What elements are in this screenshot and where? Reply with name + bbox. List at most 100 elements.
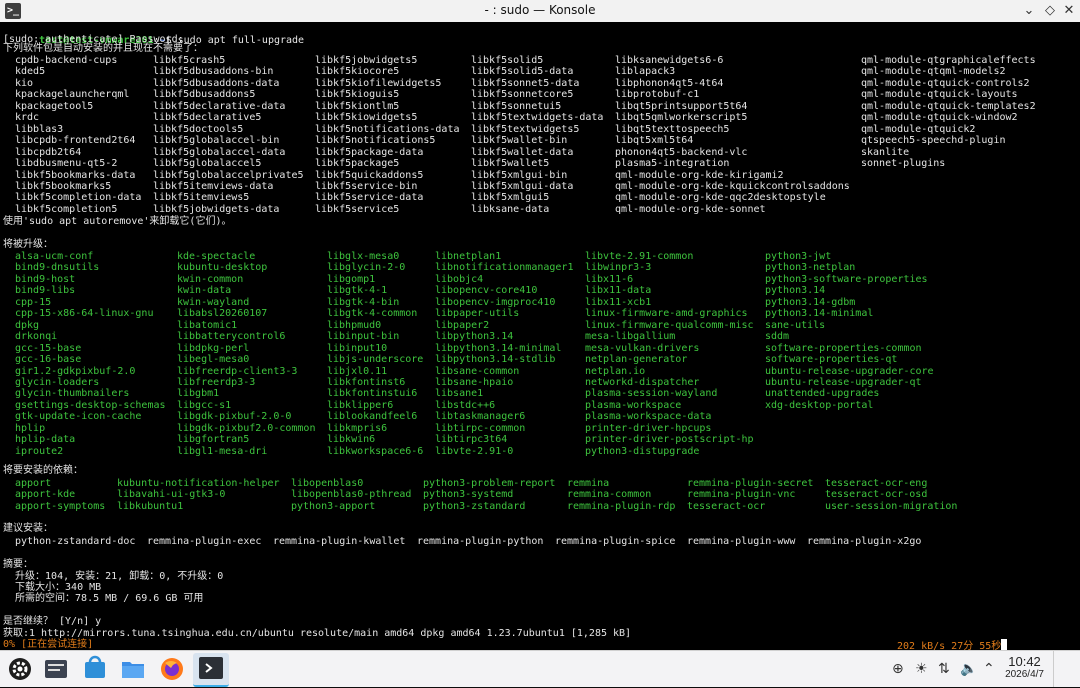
upgrade-package: libgomp1 <box>327 273 376 285</box>
upgrade-package: libglx-mesa0 <box>327 251 400 262</box>
discover-icon[interactable] <box>80 654 110 684</box>
autoremove-package: libdbusmenu-qt5-2 <box>15 158 118 170</box>
dependency-package: python3-zstandard <box>423 500 526 512</box>
upgrade-package: libatomic1 <box>177 319 238 331</box>
upgrade-package: dpkg <box>15 319 40 331</box>
upgrade-package: libbatterycontrol6 <box>177 331 286 343</box>
autoremove-package: libkf5wallet-bin <box>471 135 568 147</box>
dependency-package: libopenblas0-pthread <box>291 489 412 501</box>
upgrade-package: libegl-mesa0 <box>177 354 250 366</box>
autoremove-package: libkf5sonnetcore5 <box>471 89 574 101</box>
window-titlebar[interactable]: >_ - : sudo — Konsole ⌄ ◇ ✕ <box>0 0 1080 23</box>
autoremove-package: libkf5itemviews-data <box>153 180 274 192</box>
upgrade-package: mesa-libgallium <box>585 331 676 343</box>
autoremove-package: kpackagelauncherqml <box>15 89 130 101</box>
autoremove-package: libkf5kiofilewidgets5 <box>315 77 442 89</box>
autoremove-package: libkf5package-data <box>315 146 424 158</box>
pager-icon[interactable] <box>41 654 71 684</box>
autoremove-package: libkf5kioguis5 <box>315 89 400 101</box>
autoremove-package: libkf5itemviews5 <box>153 192 250 204</box>
upgrade-package: libx11-data <box>585 285 652 297</box>
autoremove-package: libkf5bookmarks5 <box>15 180 112 192</box>
autoremove-package: libkf5sonnet5-data <box>471 77 580 89</box>
night-color-icon[interactable]: ☀ <box>915 661 928 677</box>
autoremove-package: liblapack3 <box>615 66 676 78</box>
autoremove-package: libkf5xmlgui-bin <box>471 169 568 181</box>
volume-icon[interactable]: 🔈 <box>960 661 977 677</box>
summary-header: 摘要： <box>3 559 33 570</box>
upgrade-package: libvte-2.91-0 <box>435 445 514 457</box>
autoremove-package: sonnet-plugins <box>861 158 946 170</box>
autoremove-package: libkf5completion5 <box>15 203 118 215</box>
minimize-icon[interactable]: ⌄ <box>1020 2 1038 20</box>
autoremove-package: libkf5xmlgui5 <box>471 192 550 204</box>
application-launcher-icon[interactable] <box>5 654 35 684</box>
autoremove-package: qml-module-qtgraphicaleffects <box>861 55 1036 66</box>
dependency-package: kubuntu-notification-helper <box>117 478 280 489</box>
upgrade-package: gir1.2-gdkpixbuf-2.0 <box>15 365 136 377</box>
dependency-package: libavahi-ui-gtk3-0 <box>117 489 226 501</box>
upgrade-package: libnetplan1 <box>435 251 502 262</box>
upgrade-package: libklipper6 <box>327 399 394 411</box>
upgrade-package: gcc-16-base <box>15 354 82 366</box>
show-desktop-button[interactable] <box>1053 651 1080 687</box>
autoremove-package: kded5 <box>15 66 46 78</box>
upgrade-package: libx11-6 <box>585 273 634 285</box>
upgrade-package: kwin-common <box>177 273 244 285</box>
autoremove-package: libkf5kiocore5 <box>315 66 400 78</box>
autoremove-package: libkf5kiowidgets5 <box>315 112 418 124</box>
close-icon[interactable]: ✕ <box>1060 2 1078 20</box>
upgrade-package: plasma-session-wayland <box>585 388 718 400</box>
expand-tray-icon[interactable]: ⌃ <box>983 661 995 677</box>
autoremove-package: krdc <box>15 112 40 124</box>
upgrade-package: unattended-upgrades <box>765 388 880 400</box>
dependency-package: python3-apport <box>291 500 376 512</box>
autoremove-package: libqt5xml5t64 <box>615 135 694 147</box>
upgrade-package: alsa-ucm-conf <box>15 251 94 262</box>
firefox-icon[interactable] <box>157 654 187 684</box>
terminal-view[interactable]: test@test-vmware201:~$ sudo apt full-upg… <box>0 22 1080 652</box>
upgrade-package: gsettings-desktop-schemas <box>15 399 166 411</box>
network-icon[interactable]: ⇅ <box>938 661 950 677</box>
autoremove-package: libqt5texttospeech5 <box>615 123 730 135</box>
upgrade-package: python3.14-gdbm <box>765 296 856 308</box>
autoremove-package: libkf5solid5 <box>471 55 544 66</box>
dependency-package: tesseract-ocr-eng <box>825 478 928 489</box>
upgrade-package: gcc-15-base <box>15 342 82 354</box>
upgrade-package: cpp-15 <box>15 296 52 308</box>
autoremove-package: libblas3 <box>15 123 64 135</box>
autoremove-package: libkf5globalaccel-data <box>153 146 286 158</box>
upgrade-package: mesa-vulkan-drivers <box>585 342 700 354</box>
digital-clock[interactable]: 10:42 2026/4/7 <box>1005 654 1044 680</box>
autoremove-package: libkf5jobwidgets5 <box>315 55 418 66</box>
upgrade-package: libsane-hpaio <box>435 376 514 388</box>
upgrade-package: python3.14 <box>765 285 826 297</box>
autoremove-package: qml-module-org-kde-qqc2desktopstyle <box>615 192 826 204</box>
update-notifier-icon[interactable]: ⊕ <box>892 661 904 677</box>
autoremove-package: qtspeech5-speechd-plugin <box>861 135 1006 147</box>
autoremove-package: libkf5bookmarks-data <box>15 169 136 181</box>
autoremove-package: libkf5quickaddons5 <box>315 169 424 181</box>
autoremove-header: 下列软件包是自动安装的并且现在不需要了： <box>3 43 203 54</box>
maximize-icon[interactable]: ◇ <box>1041 2 1059 20</box>
autoremove-package: qml-module-qtquick-templates2 <box>861 100 1036 112</box>
file-manager-icon[interactable] <box>118 654 148 684</box>
suggested-package: remmina-plugin-x2go <box>807 536 922 547</box>
konsole-task-icon[interactable] <box>193 653 229 687</box>
upgrade-package: linux-firmware-amd-graphics <box>585 308 748 320</box>
upgrade-package: libgtk-4-1 <box>327 285 388 297</box>
upgrade-package: libwinpr3-3 <box>585 262 652 274</box>
upgrade-package: python3-distupgrade <box>585 445 700 457</box>
upgrade-package: libobjc4 <box>435 273 484 285</box>
autoremove-package: libkf5globalaccel5 <box>153 158 262 170</box>
suggested-package: python-zstandard-doc <box>15 536 136 547</box>
autoremove-package: qml-module-qtquick-window2 <box>861 112 1018 124</box>
dependency-package: tesseract-ocr-osd <box>825 489 928 501</box>
upgrade-package: libinput-bin <box>327 331 400 343</box>
upgrade-package: netplan.io <box>585 365 646 377</box>
autoremove-package: libkf5doctools5 <box>153 123 244 135</box>
autoremove-package: qml-module-qtquick-controls2 <box>861 77 1030 89</box>
upgrade-package: libdpkg-perl <box>177 342 250 354</box>
autoremove-package: qml-module-qtquick2 <box>861 123 976 135</box>
autoremove-package: libkf5kiontlm5 <box>315 100 400 112</box>
